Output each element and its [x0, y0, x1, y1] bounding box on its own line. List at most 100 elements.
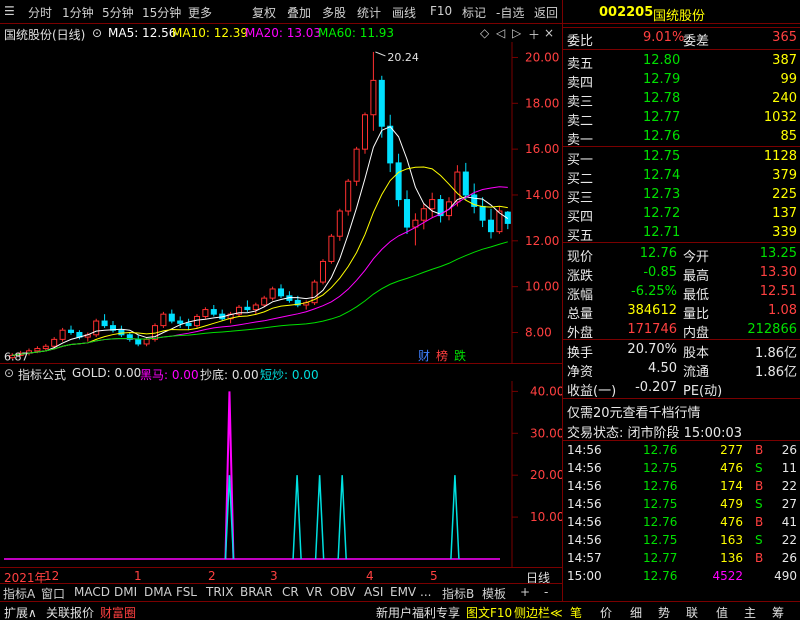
- tick-side: B: [755, 551, 764, 565]
- candle-body: [361, 114, 369, 150]
- tab-cr[interactable]: CR: [282, 585, 299, 599]
- tab-indicator-a[interactable]: 指标A: [3, 585, 35, 602]
- toolbar-btn-f10[interactable]: F10: [430, 4, 452, 18]
- candle-body: [193, 315, 201, 327]
- toolbar-btn-diejia[interactable]: 叠加: [287, 4, 311, 21]
- f10-graphic-button[interactable]: 图文F10: [466, 604, 512, 620]
- candle-body: [387, 125, 394, 164]
- tab-emv[interactable]: EMV: [390, 585, 416, 599]
- time-label-2: 2: [208, 569, 216, 583]
- sell-row[interactable]: 卖五 12.80 387: [563, 52, 800, 72]
- new-user-promo[interactable]: 新用户福利专享: [376, 604, 460, 620]
- arrow-left-icon[interactable]: ◁: [496, 26, 505, 40]
- chart-title: 国统股份(日线): [4, 28, 86, 42]
- toolbar-btn-zixuan[interactable]: -自选: [496, 4, 524, 21]
- sell-level-label: 卖二: [567, 114, 594, 129]
- toolbar-btn-biaoji[interactable]: 标记: [462, 4, 486, 21]
- sell-row[interactable]: 卖三 12.78 240: [563, 90, 800, 110]
- buy-row[interactable]: 买五 12.71 339: [563, 224, 800, 244]
- close-icon[interactable]: ×: [544, 26, 554, 40]
- tab-lian[interactable]: 联: [686, 604, 698, 620]
- toolbar-btn-more[interactable]: 更多: [188, 4, 212, 21]
- diamond-icon[interactable]: ◇: [480, 26, 489, 40]
- tab-window[interactable]: 窗口: [41, 585, 65, 602]
- stat-value: 13.25: [759, 246, 797, 261]
- tab-add[interactable]: +: [520, 585, 530, 599]
- tab-asi[interactable]: ASI: [364, 585, 383, 599]
- arrow-right-icon[interactable]: ▷: [512, 26, 521, 40]
- tab-obv[interactable]: OBV: [330, 585, 356, 599]
- indicator-spike: [314, 475, 325, 560]
- tab-brar[interactable]: BRAR: [240, 585, 273, 599]
- tab-macd[interactable]: MACD: [74, 585, 110, 599]
- indicator-toggle-icon[interactable]: ⊙: [4, 366, 14, 380]
- wealth-circle-button[interactable]: 财富圈: [100, 604, 136, 620]
- ma-toggle-icon[interactable]: ⊙: [92, 26, 102, 40]
- buy-row[interactable]: 买四 12.72 137: [563, 205, 800, 225]
- tab-chou[interactable]: 筹: [772, 604, 784, 620]
- tab-shi[interactable]: 势: [658, 604, 670, 620]
- stat-value: 212866: [747, 322, 797, 337]
- sell-row[interactable]: 卖四 12.79 99: [563, 71, 800, 91]
- tab-trix[interactable]: TRIX: [206, 585, 233, 599]
- toolbar-btn-5min[interactable]: 5分钟: [102, 4, 134, 21]
- toolbar-btn-back[interactable]: 返回: [534, 4, 558, 21]
- candle-body: [202, 309, 209, 317]
- kline-chart[interactable]: 20.00 18.00 16.00 14.00 12.00 10.00 8.00 20.24 6…: [0, 42, 562, 364]
- tab-remove[interactable]: -: [544, 585, 548, 599]
- stat-value: 12.51: [759, 284, 797, 299]
- stat-value: 20.70%: [627, 342, 677, 357]
- buy-row[interactable]: 买三 12.73 225: [563, 186, 800, 206]
- buy-price: 12.71: [643, 225, 681, 240]
- tab-vr[interactable]: VR: [306, 585, 323, 599]
- candle-body: [487, 219, 495, 233]
- tick-time: 14:56: [567, 443, 602, 457]
- trade-status: 交易状态: 闭市阶段 15:00:03: [567, 426, 743, 441]
- related-quote-button[interactable]: 关联报价: [46, 604, 94, 620]
- tab-bi[interactable]: 笔: [570, 604, 582, 620]
- toolbar-btn-tongji[interactable]: 统计: [357, 4, 381, 21]
- buy-row[interactable]: 买二 12.74 379: [563, 167, 800, 187]
- toolbar-btn-huaxian[interactable]: 画线: [392, 4, 416, 21]
- candle-body: [370, 79, 377, 116]
- candle-body: [261, 297, 268, 306]
- expand-button[interactable]: 扩展∧: [4, 604, 37, 620]
- tick-row: 14:56 12.75 476 S 11: [563, 460, 800, 479]
- candle-body: [336, 210, 343, 237]
- tab-more[interactable]: ...: [420, 585, 431, 599]
- low-price-label: 6.87: [4, 351, 29, 364]
- tab-jia[interactable]: 价: [600, 604, 612, 620]
- candle-body: [462, 171, 469, 196]
- menu-icon[interactable]: ☰: [4, 4, 15, 18]
- tab-xi[interactable]: 细: [630, 604, 642, 620]
- tab-indicator-b[interactable]: 指标B: [442, 585, 474, 602]
- time-label-12: 12: [44, 569, 60, 583]
- toolbar-btn-fenshi[interactable]: 分时: [28, 4, 52, 21]
- tab-zhi[interactable]: 值: [716, 604, 728, 620]
- tab-zhu[interactable]: 主: [744, 604, 756, 620]
- sidebar-button[interactable]: 侧边栏≪: [514, 604, 563, 620]
- toolbar-btn-duogu[interactable]: 多股: [322, 4, 346, 21]
- stat-value: 384612: [627, 303, 677, 318]
- toolbar-btn-fuquan[interactable]: 复权: [252, 4, 276, 21]
- buy-level-label: 买五: [567, 229, 594, 244]
- indicator-y-tick: 30.00: [530, 426, 562, 440]
- tab-fsl[interactable]: FSL: [176, 585, 197, 599]
- buy-row[interactable]: 买一 12.75 1128: [563, 148, 800, 168]
- stat-label: 最高: [683, 269, 710, 284]
- promo-row[interactable]: 仅需20元查看千档行情: [563, 401, 800, 421]
- candle-body: [353, 148, 360, 182]
- tab-dma[interactable]: DMA: [144, 585, 172, 599]
- toolbar-btn-15min[interactable]: 15分钟: [142, 4, 181, 21]
- stat-row: 换手 20.70% 股本 1.86亿: [563, 341, 800, 361]
- tick-count: 27: [781, 497, 797, 511]
- stat-row: 现价 12.76 今开 13.25: [563, 245, 800, 265]
- sell-row[interactable]: 卖二 12.77 1032: [563, 109, 800, 129]
- plus-icon[interactable]: ＋: [528, 26, 540, 43]
- promo-text[interactable]: 仅需20元查看千档行情: [567, 402, 701, 421]
- toolbar-btn-1min[interactable]: 1分钟: [62, 4, 94, 21]
- indicator-chart[interactable]: 40.00 30.00 20.00 10.00: [0, 381, 564, 567]
- tab-template[interactable]: 模板: [482, 585, 506, 602]
- sell-row[interactable]: 卖一 12.76 85: [563, 128, 800, 148]
- tab-dmi[interactable]: DMI: [114, 585, 137, 599]
